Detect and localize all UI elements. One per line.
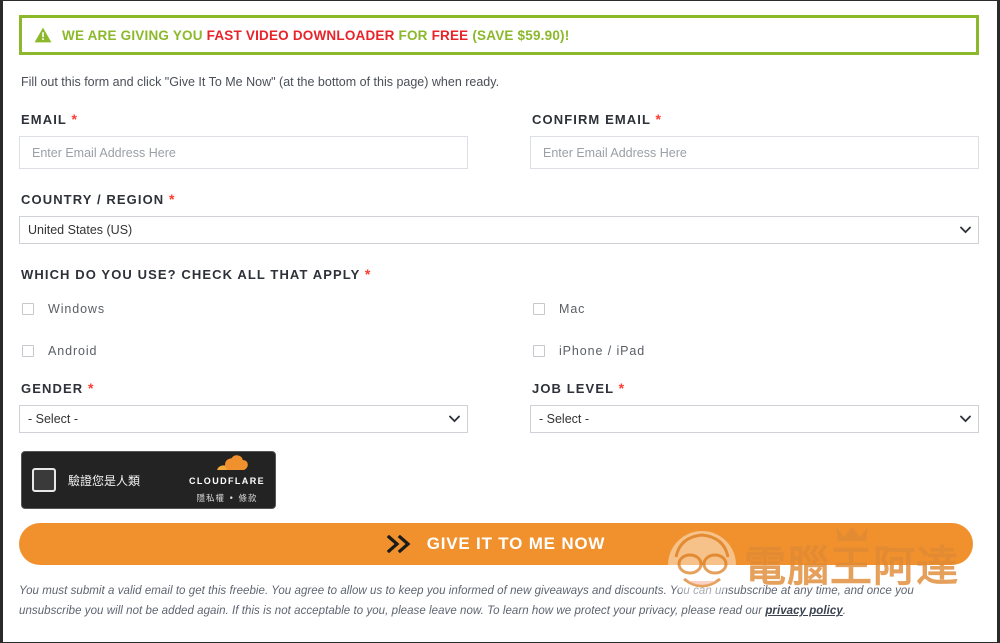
required-asterisk: * [655, 111, 663, 127]
warning-triangle-icon [34, 27, 52, 43]
country-section: COUNTRY / REGION * United States (US) [19, 191, 979, 244]
checkbox-label: iPhone / iPad [559, 344, 646, 358]
checkbox-label: Mac [559, 302, 586, 316]
cloudflare-privacy-terms[interactable]: 隱私權 • 條款 [197, 494, 258, 504]
country-label-text: COUNTRY / REGION [21, 192, 165, 207]
banner-product: FAST VIDEO DOWNLOADER [206, 27, 395, 43]
privacy-disclaimer: You must submit a valid email to get thi… [19, 581, 979, 621]
confirm-email-label: CONFIRM EMAIL * [532, 111, 979, 127]
gender-column: GENDER * - Select - [19, 380, 468, 433]
required-asterisk: * [169, 191, 176, 207]
job-level-column: JOB LEVEL * - Select - [530, 380, 979, 433]
checkbox-box[interactable] [533, 303, 545, 315]
job-level-select-wrap: - Select - [530, 405, 979, 433]
country-select-wrap: United States (US) [19, 216, 979, 244]
required-asterisk: * [71, 111, 78, 127]
job-level-label: JOB LEVEL * [532, 380, 979, 396]
gender-label: GENDER * [21, 380, 468, 396]
required-asterisk: * [87, 380, 95, 396]
required-asterisk: * [618, 380, 626, 396]
disclaimer-period: . [842, 605, 847, 618]
country-select[interactable]: United States (US) [19, 216, 979, 244]
platforms-section: WHICH DO YOU USE? CHECK ALL THAT APPLY *… [19, 266, 979, 380]
email-row: EMAIL * CONFIRM EMAIL * [19, 111, 979, 169]
email-column: EMAIL * [19, 111, 468, 169]
checkbox-windows[interactable]: Windows [19, 296, 468, 322]
verify-human-checkbox[interactable] [32, 468, 56, 492]
promo-banner-text: WE ARE GIVING YOU FAST VIDEO DOWNLOADER … [62, 28, 569, 43]
required-asterisk: * [364, 266, 372, 282]
checkbox-label: Android [48, 344, 98, 358]
cloudflare-turnstile-widget[interactable]: 驗證您是人類 CLOUDFLARE 隱私權 • 條款 [21, 451, 276, 509]
form-instructions: Fill out this form and click "Give It To… [21, 75, 500, 89]
banner-suffix: (SAVE $59.90)! [468, 27, 570, 43]
banner-middle: FOR [394, 27, 432, 43]
platforms-left-column: Windows Android [19, 296, 468, 380]
gender-joblevel-row: GENDER * - Select - JOB LEVEL * - Select… [19, 380, 979, 433]
give-it-to-me-now-button[interactable]: GIVE IT TO ME NOW [19, 523, 973, 565]
privacy-policy-link[interactable]: privacy policy [765, 605, 842, 617]
cloudflare-name: CLOUDFLARE [189, 476, 265, 487]
checkbox-box[interactable] [22, 345, 34, 357]
checkbox-label: Windows [48, 302, 106, 316]
verify-human-label: 驗證您是人類 [68, 473, 141, 488]
banner-prefix: WE ARE GIVING YOU [62, 27, 207, 43]
platforms-right-column: Mac iPhone / iPad [530, 296, 979, 380]
email-input[interactable] [19, 136, 468, 169]
checkbox-box[interactable] [22, 303, 34, 315]
gender-label-text: GENDER [21, 381, 84, 396]
cta-label: GIVE IT TO ME NOW [426, 534, 606, 553]
promo-banner: WE ARE GIVING YOU FAST VIDEO DOWNLOADER … [19, 15, 979, 55]
email-label-text: EMAIL [21, 112, 67, 127]
platforms-label: WHICH DO YOU USE? CHECK ALL THAT APPLY * [21, 266, 979, 282]
platforms-label-text: WHICH DO YOU USE? CHECK ALL THAT APPLY [21, 267, 361, 282]
checkbox-mac[interactable]: Mac [530, 296, 979, 322]
job-level-label-text: JOB LEVEL [532, 381, 614, 396]
email-label: EMAIL * [21, 111, 468, 127]
checkbox-iphone-ipad[interactable]: iPhone / iPad [530, 338, 979, 364]
confirm-email-column: CONFIRM EMAIL * [530, 111, 979, 169]
country-label: COUNTRY / REGION * [21, 191, 979, 207]
job-level-select[interactable]: - Select - [530, 405, 979, 433]
cloudflare-cloud-icon [217, 455, 248, 471]
gender-select-wrap: - Select - [19, 405, 468, 433]
gender-select[interactable]: - Select - [19, 405, 468, 433]
cloudflare-brand: CLOUDFLARE 隱私權 • 條款 [189, 454, 265, 506]
banner-free: FREE [431, 27, 469, 43]
confirm-email-label-text: CONFIRM EMAIL [532, 112, 651, 127]
checkbox-box[interactable] [533, 345, 545, 357]
browser-page-frame: WE ARE GIVING YOU FAST VIDEO DOWNLOADER … [0, 0, 1000, 643]
page-content: WE ARE GIVING YOU FAST VIDEO DOWNLOADER … [3, 1, 997, 642]
checkbox-android[interactable]: Android [19, 338, 468, 364]
double-chevron-right-icon [386, 535, 411, 553]
platforms-row: Windows Android Mac iPhone / iPad [19, 296, 979, 380]
confirm-email-input[interactable] [530, 136, 979, 169]
